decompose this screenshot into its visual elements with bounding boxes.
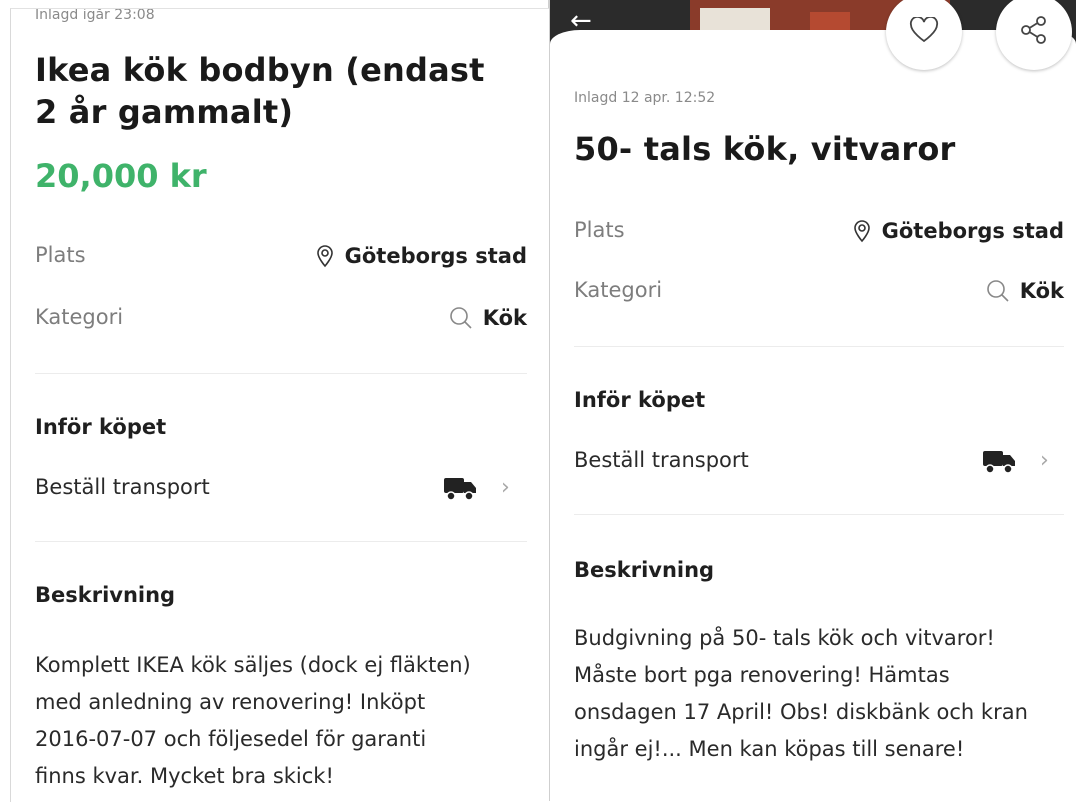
listing-title-line-2: 2 år gammalt): [35, 93, 294, 131]
description-line: 2016-07-07 och följesedel för garanti: [35, 727, 427, 751]
description-line: onsdagen 17 April! Obs! diskbänk och kra…: [574, 700, 1028, 724]
location-value-text: Göteborgs stad: [881, 218, 1064, 243]
description-line: finns kvar. Mycket bra skick!: [35, 764, 334, 788]
location-value-text: Göteborgs stad: [344, 243, 527, 268]
description-text: Komplett IKEA kök säljes (dock ej fläkte…: [35, 647, 471, 795]
chevron-right-icon[interactable]: ›: [1040, 448, 1049, 473]
listing-right: ← Inlagd 12 apr. 12:52 50- tals kök, vit…: [550, 0, 1076, 801]
location-pin-icon: [852, 218, 872, 243]
description-line: Måste bort pga renovering! Hämtas: [574, 663, 950, 687]
search-icon: [449, 305, 473, 330]
category-label: Kategori: [574, 278, 663, 302]
order-transport-label[interactable]: Beställ transport: [35, 475, 210, 499]
search-icon: [986, 278, 1010, 303]
order-transport-label[interactable]: Beställ transport: [574, 448, 749, 472]
location-value[interactable]: Göteborgs stad: [852, 218, 1064, 243]
share-icon: [1020, 15, 1048, 49]
description-title: Beskrivning: [574, 558, 715, 582]
category-value[interactable]: Kök: [449, 305, 527, 330]
description-text: Budgivning på 50- tals kök och vitvaror!…: [574, 620, 1028, 768]
divider: [574, 514, 1064, 515]
location-value[interactable]: Göteborgs stad: [315, 243, 527, 268]
category-label: Kategori: [35, 305, 124, 329]
listing-title-line-1: Ikea kök bodbyn (endast: [35, 51, 485, 89]
description-line: med anledning av renovering! Inköpt: [35, 690, 426, 714]
posted-time: Inlagd igår 23:08: [35, 8, 155, 23]
listing-title: 50- tals kök, vitvaror: [574, 130, 956, 168]
posted-time: Inlagd 12 apr. 12:52: [574, 90, 716, 106]
category-value-text: Kök: [482, 305, 527, 330]
description-title: Beskrivning: [35, 583, 176, 607]
location-pin-icon: [315, 243, 335, 268]
truck-icon: [982, 448, 1016, 474]
description-line: Komplett IKEA kök säljes (dock ej fläkte…: [35, 653, 471, 677]
divider: [35, 373, 527, 374]
heart-icon: [909, 15, 939, 47]
divider: [35, 541, 527, 542]
location-label: Plats: [574, 218, 625, 242]
description-line: Budgivning på 50- tals kök och vitvaror!: [574, 626, 995, 650]
chevron-right-icon[interactable]: ›: [501, 475, 510, 500]
description-line: ingår ej!... Men kan köpas till senare!: [574, 737, 965, 761]
location-label: Plats: [35, 243, 86, 267]
category-value[interactable]: Kök: [986, 278, 1064, 303]
listing-price: 20,000 kr: [35, 157, 207, 195]
before-buy-title: Inför köpet: [574, 388, 706, 412]
before-buy-title: Inför köpet: [35, 415, 167, 439]
truck-icon: [443, 475, 477, 501]
category-value-text: Kök: [1019, 278, 1064, 303]
divider: [574, 346, 1064, 347]
listing-left: Inlagd igår 23:08 Ikea kök bodbyn (endas…: [10, 8, 549, 802]
